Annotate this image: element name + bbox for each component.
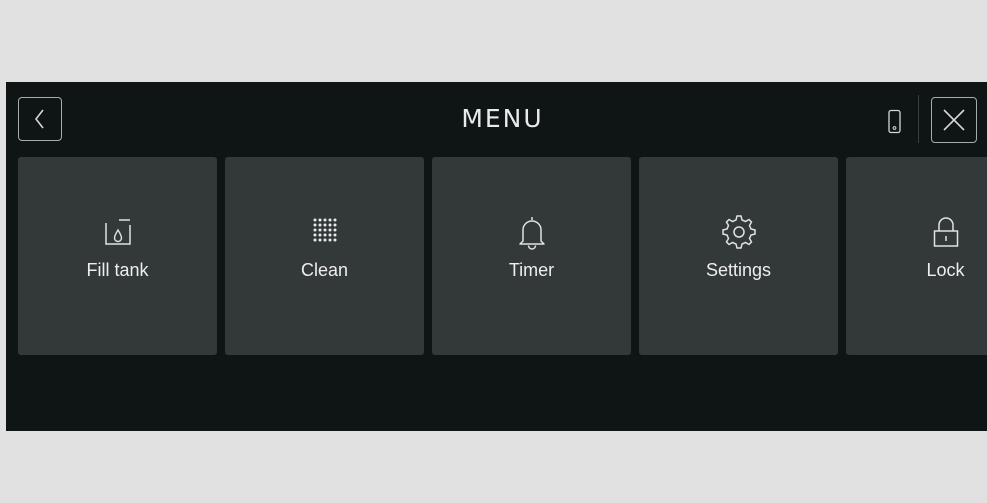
menu-tile-label: Fill tank [86, 260, 149, 280]
close-button[interactable] [931, 97, 977, 143]
menu-tile-clean[interactable]: Clean [225, 157, 424, 355]
bell-icon [514, 214, 550, 250]
header-divider [918, 95, 919, 143]
menu-panel: MENU Fill tank Clean Timer Settings Lock [6, 82, 987, 431]
lock-icon [928, 214, 964, 250]
fill-tank-icon [100, 214, 136, 250]
menu-tile-label: Clean [300, 260, 349, 280]
menu-tile-label: Timer [508, 260, 555, 280]
page-title: MENU [461, 104, 544, 133]
close-icon [941, 107, 967, 133]
menu-tile-settings[interactable]: Settings [639, 157, 838, 355]
menu-tile-fill-tank[interactable]: Fill tank [18, 157, 217, 355]
menu-tile-lock[interactable]: Lock [846, 157, 987, 355]
menu-tile-timer[interactable]: Timer [432, 157, 631, 355]
menu-tile-label: Lock [926, 260, 965, 280]
clean-dots-icon [307, 214, 343, 250]
phone-icon[interactable] [886, 109, 904, 135]
menu-tile-label: Settings [705, 260, 772, 280]
gear-icon [721, 214, 757, 250]
